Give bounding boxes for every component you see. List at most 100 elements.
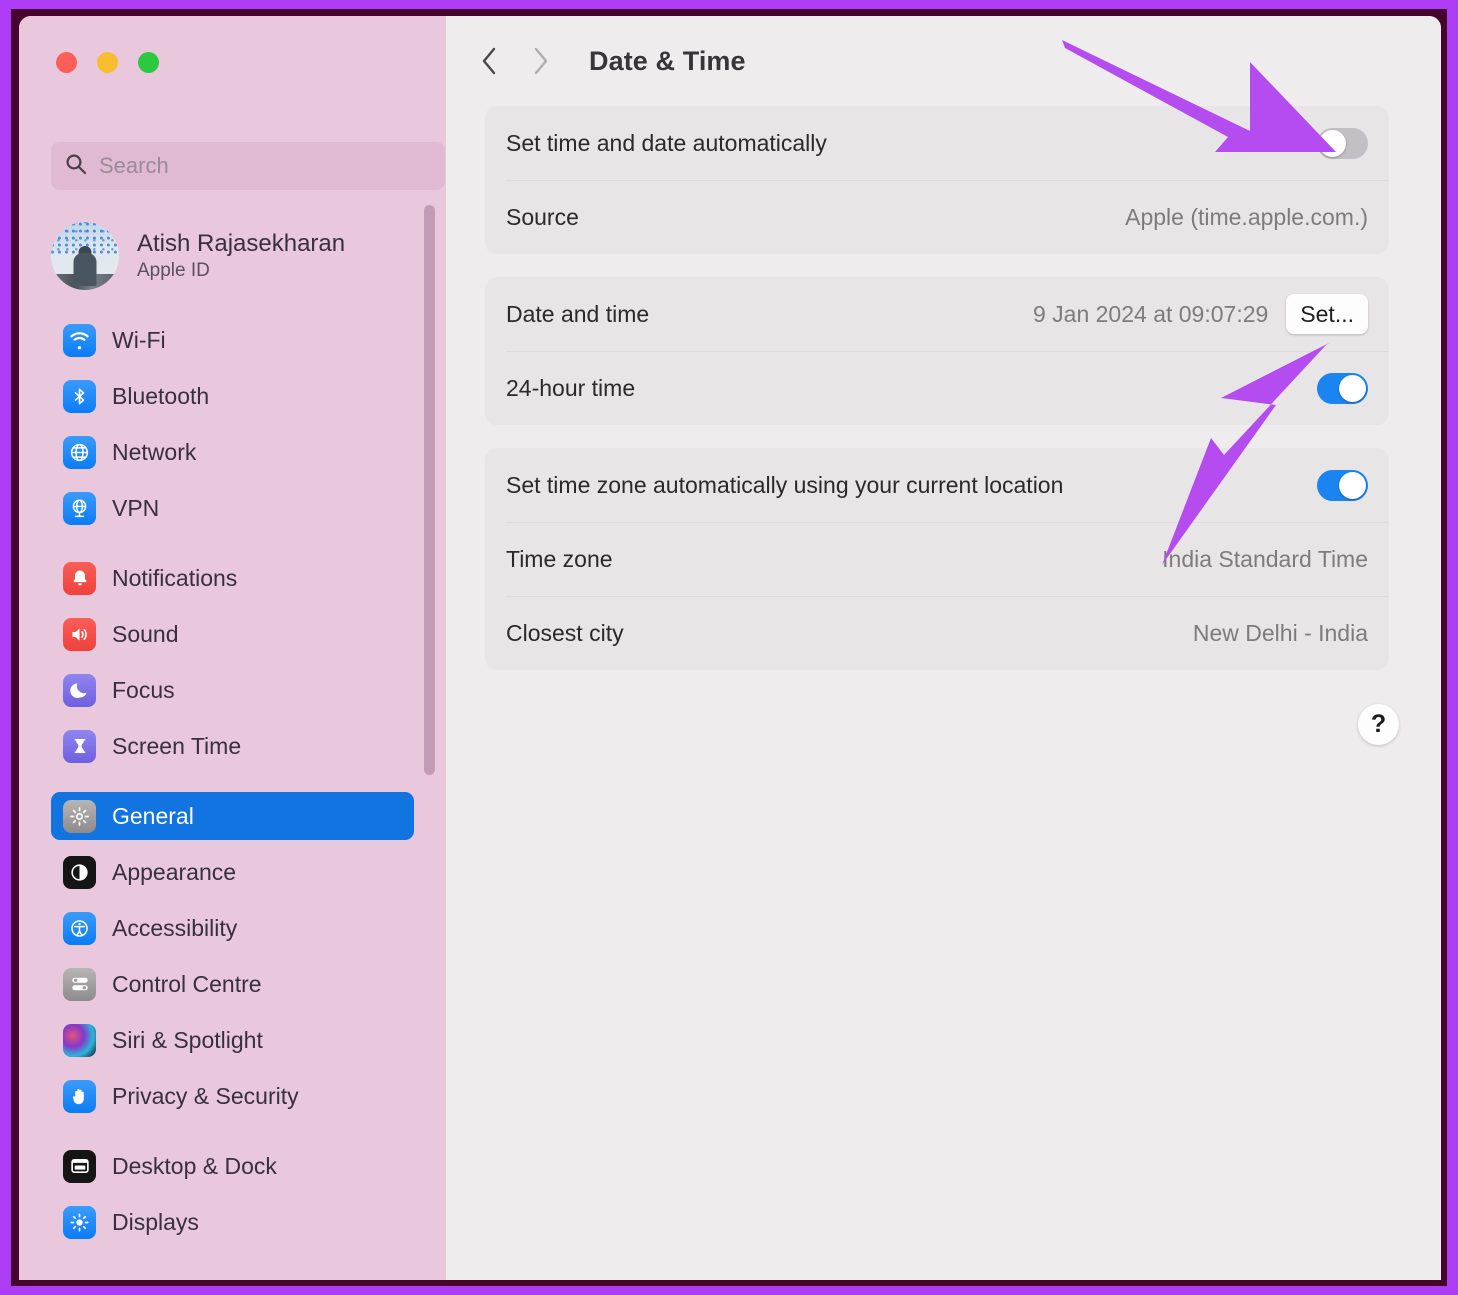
account-name: Atish Rajasekharan bbox=[137, 230, 346, 257]
sidebar-item-label: Control Centre bbox=[112, 970, 262, 997]
row-label: Source bbox=[506, 203, 579, 230]
frame-accent-right bbox=[1447, 0, 1458, 1295]
time-zone-value: India Standard Time bbox=[1162, 545, 1368, 572]
sidebar-item-label: Appearance bbox=[112, 858, 237, 885]
sidebar-item-appearance[interactable]: Appearance bbox=[51, 848, 414, 896]
sidebar-item-general[interactable]: General bbox=[51, 792, 414, 840]
row-source[interactable]: Source Apple (time.apple.com.) bbox=[485, 180, 1389, 254]
sidebar-item-control-centre[interactable]: Control Centre bbox=[51, 960, 414, 1008]
main-content: Date & Time Set time and date automatica… bbox=[446, 16, 1441, 1280]
row-date-and-time[interactable]: Date and time 9 Jan 2024 at 09:07:29 Set… bbox=[485, 277, 1389, 351]
sidebar-item-wi-fi[interactable]: Wi-Fi bbox=[51, 316, 414, 364]
search-field[interactable] bbox=[51, 142, 445, 190]
accessibility-icon bbox=[63, 911, 96, 945]
sidebar-item-accessibility[interactable]: Accessibility bbox=[51, 904, 414, 952]
speaker-icon bbox=[63, 617, 96, 651]
row-label: Set time zone automatically using your c… bbox=[506, 471, 1064, 498]
toolbar: Date & Time bbox=[446, 16, 1441, 106]
sidebar-scrollbar[interactable] bbox=[424, 205, 435, 775]
hourglass-icon bbox=[63, 729, 96, 763]
sidebar-item-label: Privacy & Security bbox=[112, 1082, 299, 1109]
row-set-time-zone-automatically[interactable]: Set time zone automatically using your c… bbox=[485, 448, 1389, 522]
sidebar-item-vpn[interactable]: VPN bbox=[51, 484, 414, 532]
row-time-zone[interactable]: Time zone India Standard Time bbox=[485, 522, 1389, 596]
set-button[interactable]: Set... bbox=[1286, 294, 1368, 334]
sliders-icon bbox=[63, 967, 96, 1001]
auto-time-card: Set time and date automatically Source A… bbox=[485, 106, 1389, 254]
search-icon bbox=[65, 153, 87, 180]
minimize-button[interactable] bbox=[97, 52, 118, 73]
sidebar-item-label: Accessibility bbox=[112, 914, 238, 941]
row-label: 24-hour time bbox=[506, 374, 636, 401]
zoom-button[interactable] bbox=[138, 52, 159, 73]
sidebar-item-desktop-dock[interactable]: Desktop & Dock bbox=[51, 1142, 414, 1190]
brightness-icon bbox=[63, 1205, 96, 1239]
row-label: Closest city bbox=[506, 619, 624, 646]
sidebar-item-privacy-security[interactable]: Privacy & Security bbox=[51, 1072, 414, 1120]
sidebar-item-displays[interactable]: Displays bbox=[51, 1198, 414, 1246]
help-button[interactable]: ? bbox=[1358, 704, 1399, 745]
gear-icon bbox=[63, 799, 96, 833]
sidebar-item-screen-time[interactable]: Screen Time bbox=[51, 722, 414, 770]
siri-icon bbox=[63, 1023, 96, 1057]
sidebar-item-label: Screen Time bbox=[112, 732, 242, 759]
sidebar-item-sound[interactable]: Sound bbox=[51, 610, 414, 658]
sidebar-item-network[interactable]: Network bbox=[51, 428, 414, 476]
frame-accent-top bbox=[0, 0, 1458, 9]
window-traffic-lights bbox=[56, 52, 159, 73]
source-value: Apple (time.apple.com.) bbox=[1125, 203, 1368, 230]
date-time-value: 9 Jan 2024 at 09:07:29 bbox=[1032, 300, 1269, 327]
row-set-time-automatically[interactable]: Set time and date automatically bbox=[485, 106, 1389, 180]
frame-accent-bottom bbox=[0, 1286, 1458, 1295]
appearance-icon bbox=[63, 855, 96, 889]
sidebar-item-label: Desktop & Dock bbox=[112, 1152, 277, 1179]
sidebar-group-display: Desktop & Dock Displays bbox=[19, 1142, 446, 1246]
moon-icon bbox=[63, 673, 96, 707]
row-label: Set time and date automatically bbox=[506, 129, 827, 156]
desktop-dock-icon bbox=[63, 1149, 96, 1183]
set-time-zone-automatically-toggle[interactable] bbox=[1317, 469, 1368, 501]
sidebar-nav-list: Wi-Fi Bluetooth Network VPN Notification… bbox=[19, 316, 446, 1280]
vpn-icon bbox=[63, 491, 96, 525]
search-input[interactable] bbox=[99, 153, 431, 179]
sidebar-item-label: Displays bbox=[112, 1208, 199, 1235]
24-hour-time-toggle[interactable] bbox=[1317, 372, 1368, 404]
sidebar-item-label: Wi-Fi bbox=[112, 326, 166, 353]
sidebar-item-bluetooth[interactable]: Bluetooth bbox=[51, 372, 414, 420]
closest-city-value: New Delhi - India bbox=[1192, 619, 1368, 646]
sidebar-item-label: Siri & Spotlight bbox=[112, 1026, 263, 1053]
avatar bbox=[51, 222, 119, 290]
date-time-card: Date and time 9 Jan 2024 at 09:07:29 Set… bbox=[485, 277, 1389, 425]
sidebar-group-system: General Appearance Accessibility Control… bbox=[19, 792, 446, 1120]
sidebar-item-label: Notifications bbox=[112, 564, 238, 591]
sidebar-item-label: Sound bbox=[112, 620, 179, 647]
wifi-icon bbox=[63, 323, 96, 357]
network-icon bbox=[63, 435, 96, 469]
sidebar: Atish Rajasekharan Apple ID Wi-Fi bbox=[19, 16, 446, 1280]
back-button[interactable] bbox=[463, 35, 515, 87]
account-subtitle: Apple ID bbox=[137, 260, 210, 281]
sidebar-item-focus[interactable]: Focus bbox=[51, 666, 414, 714]
sidebar-item-label: General bbox=[112, 802, 194, 829]
time-zone-card: Set time zone automatically using your c… bbox=[485, 448, 1389, 670]
row-closest-city[interactable]: Closest city New Delhi - India bbox=[485, 596, 1389, 670]
sidebar-item-label: Network bbox=[112, 438, 197, 465]
row-label: Date and time bbox=[506, 300, 650, 327]
page-title: Date & Time bbox=[589, 45, 746, 76]
sidebar-item-label: Bluetooth bbox=[112, 382, 210, 409]
sidebar-group-alerts: Notifications Sound Focus Screen Time bbox=[19, 554, 446, 770]
frame-accent-left bbox=[0, 0, 11, 1295]
row-24-hour-time[interactable]: 24-hour time bbox=[485, 351, 1389, 425]
apple-id-account-row[interactable]: Atish Rajasekharan Apple ID bbox=[51, 218, 431, 294]
forward-button[interactable] bbox=[515, 35, 567, 87]
sidebar-item-notifications[interactable]: Notifications bbox=[51, 554, 414, 602]
system-settings-window: Atish Rajasekharan Apple ID Wi-Fi bbox=[19, 16, 1441, 1280]
sidebar-item-label: VPN bbox=[112, 494, 160, 521]
set-time-automatically-toggle[interactable] bbox=[1317, 127, 1368, 159]
close-button[interactable] bbox=[56, 52, 77, 73]
row-label: Time zone bbox=[506, 545, 613, 572]
bluetooth-icon bbox=[63, 379, 96, 413]
sidebar-group-network: Wi-Fi Bluetooth Network VPN bbox=[19, 316, 446, 532]
sidebar-item-siri-spotlight[interactable]: Siri & Spotlight bbox=[51, 1016, 414, 1064]
hand-icon bbox=[63, 1079, 96, 1113]
